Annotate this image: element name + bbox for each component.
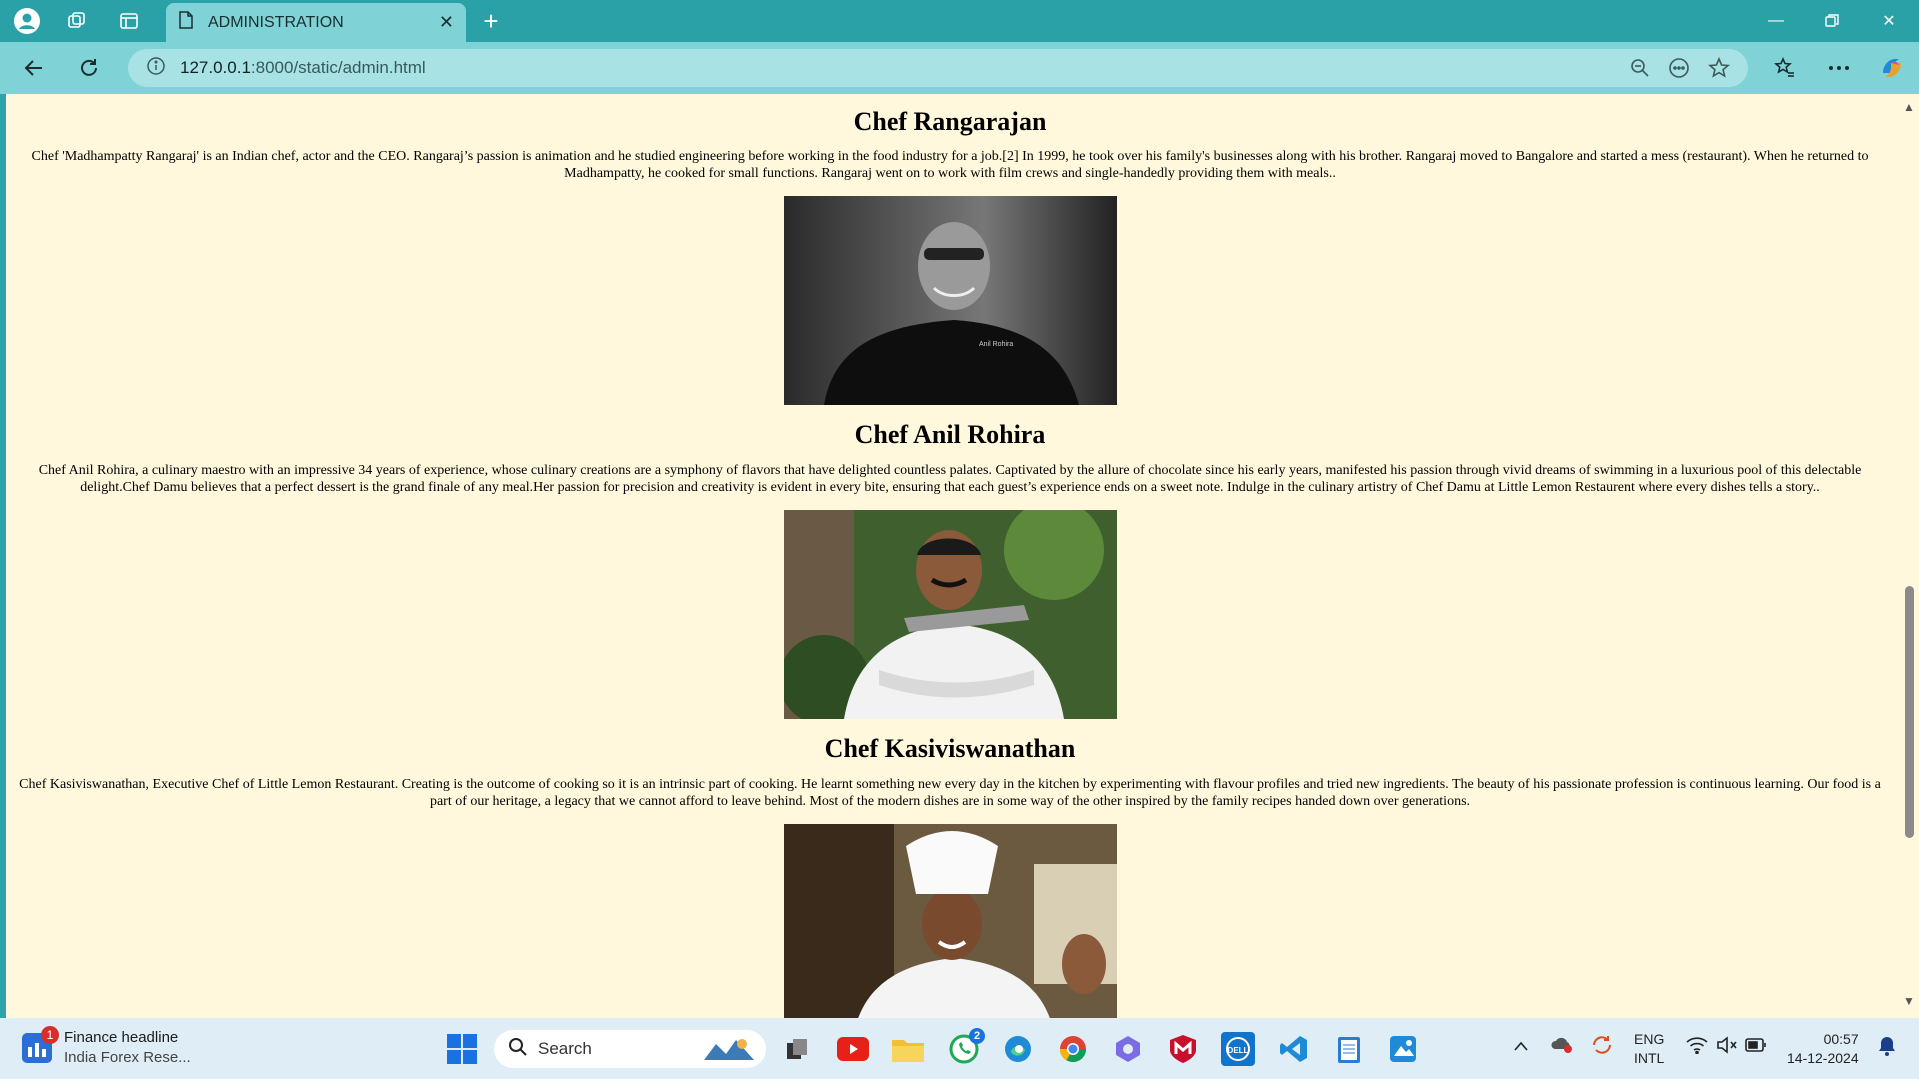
- tab-actions-icon[interactable]: [114, 7, 144, 35]
- restore-button[interactable]: [1809, 8, 1855, 34]
- chef-photo: Anil Rohira: [783, 196, 1117, 405]
- refresh-button[interactable]: [73, 52, 105, 84]
- more-menu-icon[interactable]: [1823, 52, 1855, 84]
- news-icon: 1: [22, 1026, 59, 1063]
- lang-line2: INTL: [1634, 1050, 1665, 1066]
- edge-icon[interactable]: [1001, 1032, 1035, 1066]
- taskbar: 1 Finance headline India Forex Rese... S…: [0, 1018, 1919, 1079]
- chef-bio: Chef Anil Rohira, a culinary maestro wit…: [38, 463, 1862, 495]
- start-button[interactable]: [447, 1034, 477, 1064]
- favorites-icon[interactable]: [1769, 52, 1801, 84]
- tab-title: ADMINISTRATION: [208, 13, 344, 31]
- close-tab-icon[interactable]: ✕: [439, 12, 454, 33]
- chef-section: Chef Anil Rohira Chef Anil Rohira, a cul…: [6, 405, 1894, 719]
- chef-section: Chef Rangarajan Chef 'Madhampatty Rangar…: [6, 94, 1894, 405]
- vscode-icon[interactable]: [1277, 1032, 1311, 1066]
- search-label: Search: [538, 1039, 592, 1058]
- jacket-embroidery: Anil Rohira: [979, 341, 1013, 348]
- scroll-up-icon[interactable]: ▲: [1903, 100, 1915, 114]
- tab-administration[interactable]: ADMINISTRATION ✕: [166, 3, 466, 42]
- notepad-icon[interactable]: [1332, 1032, 1366, 1066]
- browser-toolbar: 127.0.0.1:8000/static/admin.html: [0, 42, 1919, 94]
- search-highlight-icon: [702, 1036, 756, 1067]
- chef-bio: Chef 'Madhampatty Rangaraj' is an Indian…: [31, 149, 1869, 181]
- workspaces-icon[interactable]: [62, 7, 92, 35]
- chef-name: Chef Anil Rohira: [854, 420, 1046, 449]
- page-icon: [178, 11, 194, 34]
- chef-name: Chef Rangarajan: [853, 107, 1047, 136]
- battery-icon[interactable]: [1745, 1038, 1767, 1055]
- scrollbar-thumb[interactable]: [1905, 586, 1914, 838]
- youtube-icon[interactable]: [836, 1032, 870, 1066]
- page-scrollbar[interactable]: ▲ ▼: [1899, 94, 1919, 1018]
- onedrive-icon[interactable]: [1550, 1034, 1574, 1057]
- mcafee-icon[interactable]: [1166, 1032, 1200, 1066]
- volume-muted-icon[interactable]: [1716, 1036, 1738, 1057]
- sync-icon[interactable]: [1590, 1034, 1614, 1059]
- page-viewport: Chef Rangarajan Chef 'Madhampatty Rangar…: [6, 94, 1919, 1018]
- photos-icon[interactable]: [1386, 1032, 1420, 1066]
- scroll-down-icon[interactable]: ▼: [1903, 994, 1915, 1008]
- close-window-button[interactable]: ✕: [1866, 8, 1912, 34]
- wifi-icon[interactable]: [1686, 1036, 1708, 1057]
- taskbar-search[interactable]: Search: [494, 1030, 766, 1068]
- news-subtitle: India Forex Rese...: [64, 1049, 191, 1066]
- search-icon: [508, 1037, 528, 1062]
- title-bar: ADMINISTRATION ✕ + — ✕: [0, 0, 1919, 42]
- lang-line1: ENG: [1634, 1031, 1665, 1047]
- task-view-icon[interactable]: [780, 1032, 814, 1066]
- minimize-button[interactable]: —: [1753, 8, 1799, 34]
- chef-name: Chef Kasiviswanathan: [824, 734, 1076, 763]
- notification-bell-icon[interactable]: [1878, 1036, 1896, 1059]
- favorite-star-icon[interactable]: [1708, 56, 1730, 84]
- svg-text:DELL: DELL: [1228, 1046, 1249, 1055]
- news-badge: 1: [41, 1026, 59, 1044]
- profile-icon[interactable]: [12, 7, 42, 35]
- clock-time: 00:57: [1823, 1031, 1859, 1047]
- show-hidden-icons-icon[interactable]: [1514, 1038, 1528, 1054]
- clock[interactable]: 00:57 14-12-2024: [1787, 1030, 1859, 1068]
- url-path: :8000/static/admin.html: [250, 58, 426, 77]
- file-explorer-icon[interactable]: [891, 1032, 925, 1066]
- copilot-icon[interactable]: [1876, 52, 1908, 84]
- clock-date: 14-12-2024: [1787, 1050, 1859, 1066]
- chef-photo: [783, 510, 1117, 719]
- page-content: Chef Rangarajan Chef 'Madhampatty Rangar…: [6, 94, 1894, 1018]
- new-tab-button[interactable]: +: [476, 6, 506, 36]
- chef-photo: [783, 824, 1117, 1018]
- news-widget[interactable]: 1 Finance headline India Forex Rese...: [22, 1026, 191, 1068]
- back-button[interactable]: [18, 52, 50, 84]
- chef-section: Chef Kasiviswanathan Chef Kasiviswanatha…: [6, 719, 1894, 1018]
- zoom-icon[interactable]: [1630, 58, 1650, 83]
- news-title: Finance headline: [64, 1029, 179, 1046]
- whatsapp-badge: 2: [969, 1028, 985, 1044]
- extensions-icon[interactable]: [1668, 57, 1690, 84]
- whatsapp-icon[interactable]: 2: [947, 1028, 985, 1066]
- language-indicator[interactable]: ENG INTL: [1634, 1030, 1664, 1068]
- url-host: 127.0.0.1: [180, 58, 251, 77]
- site-info-icon[interactable]: [146, 56, 166, 81]
- dell-icon[interactable]: DELL: [1221, 1032, 1255, 1066]
- copilot-app-icon[interactable]: [1111, 1032, 1145, 1066]
- chrome-icon[interactable]: [1056, 1032, 1090, 1066]
- url-text[interactable]: 127.0.0.1:8000/static/admin.html: [180, 58, 426, 78]
- chef-bio: Chef Kasiviswanathan, Executive Chef of …: [19, 777, 1881, 809]
- address-bar[interactable]: 127.0.0.1:8000/static/admin.html: [128, 49, 1748, 87]
